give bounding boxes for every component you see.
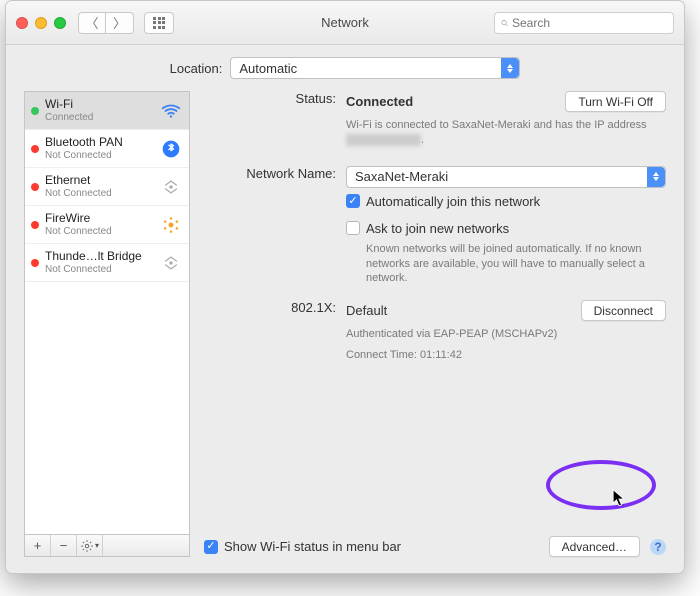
- service-ethernet[interactable]: EthernetNot Connected: [25, 168, 189, 206]
- toggle-wifi-button[interactable]: Turn Wi-Fi Off: [565, 91, 666, 112]
- gear-icon: [80, 539, 94, 553]
- network-name-select[interactable]: SaxaNet-Meraki: [346, 166, 666, 188]
- close-window-button[interactable]: [16, 17, 28, 29]
- help-button[interactable]: ?: [650, 539, 666, 555]
- wifi-icon: [159, 99, 183, 123]
- status-dot: [31, 107, 39, 115]
- location-value: Automatic: [239, 61, 297, 76]
- titlebar: 〈 〉 Network: [6, 1, 684, 45]
- firewire-icon: [159, 213, 183, 237]
- bluetooth-icon: [159, 137, 183, 161]
- ask-join-checkbox[interactable]: [346, 221, 360, 235]
- show-status-checkbox-row[interactable]: Show Wi-Fi status in menu bar: [204, 539, 401, 554]
- service-bluetooth-pan[interactable]: Bluetooth PANNot Connected: [25, 130, 189, 168]
- add-service-button[interactable]: +: [25, 535, 51, 556]
- revert-button[interactable]: Revert: [539, 573, 600, 574]
- forward-button[interactable]: 〉: [106, 12, 134, 34]
- location-select[interactable]: Automatic: [230, 57, 520, 79]
- status-dot: [31, 145, 39, 153]
- service-wifi[interactable]: Wi-FiConnected: [25, 92, 189, 130]
- dot1x-value: Default: [346, 303, 387, 318]
- remove-service-button[interactable]: −: [51, 535, 77, 556]
- minimize-window-button[interactable]: [35, 17, 47, 29]
- show-status-checkbox[interactable]: [204, 540, 218, 554]
- dot1x-time: Connect Time: 01:11:42: [346, 348, 666, 363]
- location-label: Location:: [170, 61, 223, 76]
- ask-join-checkbox-row[interactable]: Ask to join new networks: [346, 221, 666, 236]
- zoom-window-button[interactable]: [54, 17, 66, 29]
- service-thunderbolt-bridge[interactable]: Thunde…lt BridgeNot Connected: [25, 244, 189, 282]
- status-dot: [31, 259, 39, 267]
- auto-join-checkbox[interactable]: [346, 194, 360, 208]
- status-value: Connected: [346, 94, 413, 109]
- service-actions-button[interactable]: ▾: [77, 535, 103, 556]
- ethernet-icon: [159, 175, 183, 199]
- status-dot: [31, 183, 39, 191]
- back-button[interactable]: 〈: [78, 12, 106, 34]
- status-dot: [31, 221, 39, 229]
- search-icon: [501, 17, 508, 29]
- network-name-value: SaxaNet-Meraki: [355, 169, 448, 184]
- search-input[interactable]: [512, 16, 667, 30]
- service-list: Wi-FiConnected Bluetooth PANNot Connecte…: [24, 91, 190, 535]
- ip-address-redacted: [346, 134, 421, 146]
- dot1x-auth: Authenticated via EAP-PEAP (MSCHAPv2): [346, 327, 666, 342]
- search-field[interactable]: [494, 12, 674, 34]
- auto-join-checkbox-row[interactable]: Automatically join this network: [346, 194, 666, 209]
- ask-join-note: Known networks will be joined automatica…: [346, 242, 666, 287]
- dot1x-disconnect-button[interactable]: Disconnect: [581, 300, 666, 321]
- advanced-button[interactable]: Advanced…: [549, 536, 640, 557]
- apply-button[interactable]: Apply: [610, 573, 666, 574]
- show-all-button[interactable]: [144, 12, 174, 34]
- thunderbolt-icon: [159, 251, 183, 275]
- dot1x-label: 802.1X:: [204, 300, 346, 321]
- status-description: Wi-Fi is connected to SaxaNet-Meraki and…: [346, 118, 666, 148]
- status-label: Status:: [204, 91, 346, 112]
- network-name-label: Network Name:: [204, 166, 346, 188]
- service-firewire[interactable]: FireWireNot Connected: [25, 206, 189, 244]
